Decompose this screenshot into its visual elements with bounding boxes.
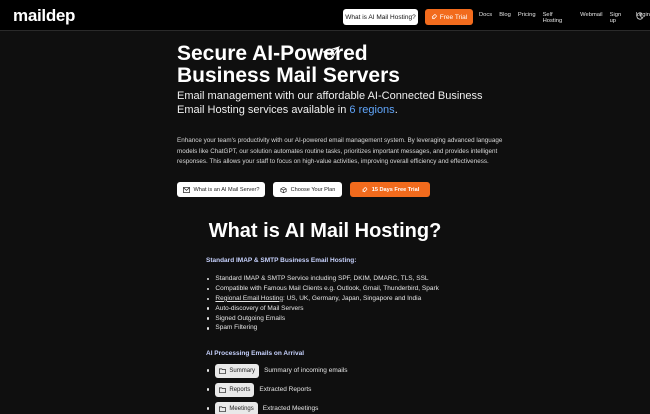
free-trial-label: Free Trial	[439, 13, 468, 21]
rocket-icon	[361, 186, 367, 192]
nav-webmail[interactable]: Webmail	[580, 12, 602, 24]
nav-self-hosting[interactable]: Self Hosting	[543, 12, 574, 24]
bullet	[207, 388, 210, 391]
hero-subtitle-end: .	[394, 103, 398, 116]
folder-icon	[219, 406, 227, 412]
free-trial-button[interactable]: Free Trial	[425, 9, 473, 25]
list-item: Meetings Extracted Meetings	[207, 400, 348, 414]
fifteen-days-free-trial-label: 15 Days Free Trial	[371, 186, 420, 193]
summary-text: Summary of incoming emails	[264, 367, 348, 374]
reports-text: Extracted Reports	[259, 386, 312, 393]
nav-docs[interactable]: Docs	[479, 12, 492, 24]
fifteen-days-free-trial-button[interactable]: 15 Days Free Trial	[350, 182, 430, 197]
moon-icon[interactable]	[636, 12, 644, 20]
meetings-chip-label: Meetings	[229, 405, 254, 412]
hero-title-line2: Business Mail Servers	[177, 64, 400, 87]
nav-pricing[interactable]: Pricing	[518, 12, 536, 24]
summary-chip-label: Summary	[229, 367, 256, 374]
section-title: What is AI Mail Hosting?	[208, 220, 442, 242]
what-is-ai-mail-hosting-button[interactable]: What is AI Mail Hosting?	[343, 9, 418, 25]
paper-plane-icon	[322, 46, 340, 58]
ai-processing-heading: AI Processing Emails on Arrival	[206, 350, 305, 357]
what-is-ai-mail-server-label: What is an AI Mail Server?	[193, 186, 260, 193]
folder-icon	[219, 387, 227, 393]
ai-processing-list: Summary Summary of incoming emails Repor…	[207, 362, 348, 414]
list-item: Regional Email Hosting: US, UK, Germany,…	[207, 294, 439, 304]
imap-heading: Standard IMAP & SMTP Business Email Host…	[206, 257, 357, 264]
reports-chip-label: Reports	[229, 386, 251, 393]
summary-chip[interactable]: Summary	[215, 363, 260, 378]
regional-email-hosting-link[interactable]: Regional Email Hosting	[215, 294, 283, 304]
list-item: Compatible with Famous Mail Clients e.g.…	[207, 284, 439, 294]
nav-blog[interactable]: Blog	[499, 12, 511, 24]
regional-locations: : US, UK, Germany, Japan, Singapore and …	[282, 294, 422, 302]
meetings-chip[interactable]: Meetings	[215, 401, 258, 414]
list-item: Reports Extracted Reports	[207, 381, 348, 398]
bullet	[207, 369, 210, 372]
choose-your-plan-button[interactable]: Choose Your Plan	[273, 182, 342, 197]
list-item: Summary Summary of incoming emails	[207, 362, 348, 379]
top-nav-bar: maildep What is AI Mail Hosting? Free Tr…	[0, 0, 650, 31]
reports-chip[interactable]: Reports	[215, 382, 255, 397]
rocket-icon	[431, 14, 437, 20]
choose-your-plan-label: Choose Your Plan	[290, 186, 336, 193]
hero-subtitle-text: Email management with our affordable AI-…	[177, 90, 483, 116]
feature-list: Standard IMAP & SMTP Service including S…	[207, 274, 439, 333]
bullet	[207, 407, 210, 410]
meetings-text: Extracted Meetings	[262, 405, 319, 412]
what-is-ai-mail-server-button[interactable]: What is an AI Mail Server?	[177, 182, 265, 197]
list-item: Standard IMAP & SMTP Service including S…	[207, 274, 439, 284]
list-item: Auto-discovery of Mail Servers	[207, 304, 439, 314]
folder-icon	[219, 368, 227, 374]
box-icon	[280, 186, 287, 193]
nav-sign-up[interactable]: Sign up	[610, 12, 629, 24]
regions-highlight: 6 regions	[349, 103, 395, 116]
hero-subtitle: Email management with our affordable AI-…	[177, 90, 497, 117]
mail-icon	[182, 186, 190, 193]
list-item: Signed Outgoing Emails	[207, 314, 439, 324]
list-item: Spam Filtering	[207, 323, 439, 333]
hero-description: Enhance your team's productivity with ou…	[177, 137, 503, 165]
nav-links: Docs Blog Pricing Self Hosting Webmail S…	[479, 12, 650, 24]
logo[interactable]: maildep	[13, 6, 75, 26]
